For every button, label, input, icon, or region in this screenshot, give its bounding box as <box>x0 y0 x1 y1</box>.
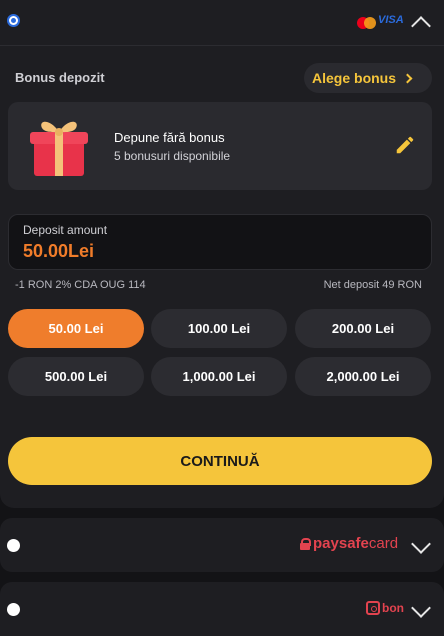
amount-option-button[interactable]: 2,000.00 Lei <box>295 357 431 396</box>
deposit-amount-value[interactable]: 50.00Lei <box>23 241 94 262</box>
chevron-down-icon[interactable] <box>411 598 431 618</box>
abon-mark-icon <box>366 601 380 615</box>
paysafecard-payment-row[interactable]: paysafe card <box>0 518 444 572</box>
card-payment-header[interactable]: VISA <box>0 0 444 46</box>
visa-logo: VISA <box>378 14 404 26</box>
selected-bonus-card[interactable]: Depune fără bonus 5 bonusuri disponibile <box>8 102 432 190</box>
chevron-down-icon[interactable] <box>411 534 431 554</box>
deposit-amount-field[interactable]: Deposit amount 50.00Lei <box>8 214 432 270</box>
abon-radio[interactable] <box>7 603 20 616</box>
abon-payment-row[interactable]: bon <box>0 582 444 636</box>
mastercard-logo <box>357 17 377 29</box>
chevron-up-icon[interactable] <box>411 16 431 36</box>
amount-option-button[interactable]: 500.00 Lei <box>8 357 144 396</box>
choose-bonus-button[interactable]: Alege bonus <box>304 63 432 93</box>
amount-option-button[interactable]: 100.00 Lei <box>151 309 287 348</box>
chevron-right-icon <box>402 73 413 83</box>
gift-icon <box>30 121 88 176</box>
amount-option-button[interactable]: 200.00 Lei <box>295 309 431 348</box>
net-deposit-note: Net deposit 49 RON <box>323 279 422 291</box>
amount-option-button[interactable]: 50.00 Lei <box>8 309 144 348</box>
bonus-subtitle: 5 bonusuri disponibile <box>114 149 231 163</box>
lock-icon <box>300 537 311 550</box>
continue-button[interactable]: CONTINUĂ <box>8 437 432 485</box>
deposit-amount-label: Deposit amount <box>23 223 108 237</box>
choose-bonus-label: Alege bonus <box>312 70 397 86</box>
card-payment-panel: VISA Bonus depozit Alege bonus Depune fă… <box>0 0 444 508</box>
amount-option-button[interactable]: 1,000.00 Lei <box>151 357 287 396</box>
fee-note: -1 RON 2% CDA OUG 114 <box>15 279 146 291</box>
abon-logo: bon <box>366 600 404 616</box>
bonus-title: Depune fără bonus <box>114 130 225 145</box>
edit-pencil-icon[interactable] <box>394 134 416 156</box>
paysafecard-radio[interactable] <box>7 539 20 552</box>
paysafecard-logo: paysafe card <box>300 535 398 552</box>
bonus-section-label: Bonus depozit <box>15 70 105 85</box>
card-payment-radio[interactable] <box>7 14 20 27</box>
